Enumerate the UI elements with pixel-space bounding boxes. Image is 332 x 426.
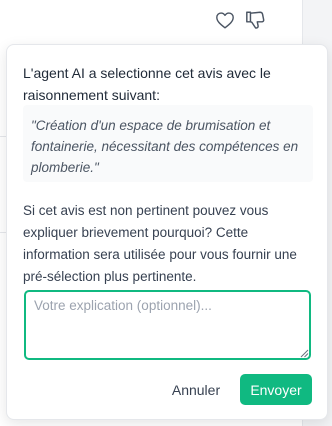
- explanation-prompt: Si cet avis est non pertinent pouvez vou…: [23, 203, 297, 284]
- thumbs-down-icon[interactable]: [244, 9, 266, 31]
- popover-title: L'agent AI a selectionne cet avis avec l…: [23, 65, 271, 103]
- send-button[interactable]: Envoyer: [240, 374, 312, 405]
- ai-reasoning-popover: L'agent AI a selectionne cet avis avec l…: [6, 44, 328, 420]
- cancel-button[interactable]: Annuler: [165, 375, 227, 405]
- explanation-textarea[interactable]: [24, 290, 311, 360]
- ai-reasoning-quote: "Création d'un espace de brumisation et …: [23, 105, 313, 182]
- heart-icon[interactable]: [214, 9, 236, 31]
- review-feedback-actions: [214, 9, 266, 31]
